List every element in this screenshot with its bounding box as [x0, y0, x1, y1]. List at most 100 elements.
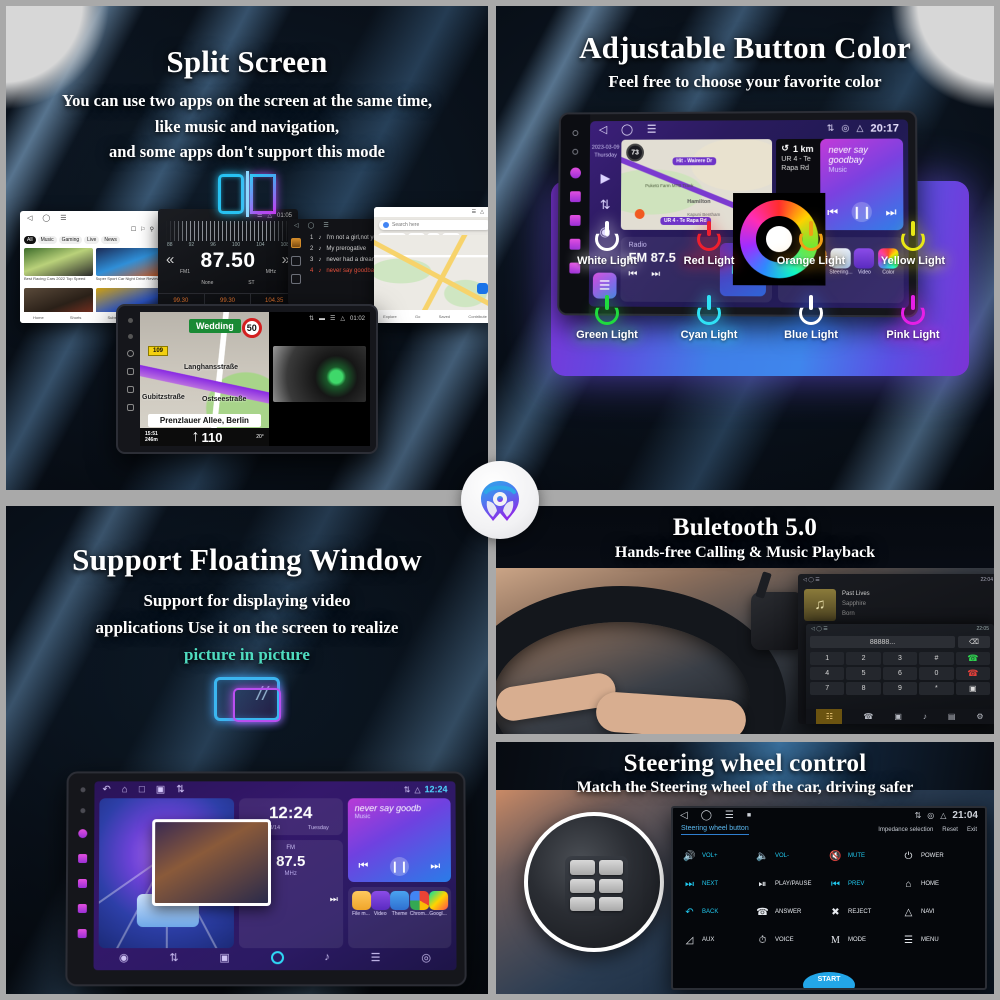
maps-nav-item[interactable]: Saved: [439, 314, 450, 319]
light-button-red[interactable]: Red Light: [658, 221, 760, 267]
bluetooth-icon[interactable]: ⇅: [169, 951, 178, 964]
home-button[interactable]: [569, 191, 581, 203]
dial-input[interactable]: 88888...: [810, 636, 955, 648]
light-button-white[interactable]: White Light: [556, 221, 658, 267]
next-track-icon[interactable]: ⏭: [886, 205, 897, 220]
call-end-icon[interactable]: ☎: [955, 667, 990, 680]
volume-button[interactable]: [77, 878, 87, 888]
bluetooth-icon[interactable]: ⇅: [600, 198, 611, 214]
tab-recent-calls[interactable]: ☎: [863, 712, 873, 721]
prev-track-icon[interactable]: ⏮: [827, 205, 838, 220]
sw-button-menu[interactable]: ☰ MENU: [902, 927, 975, 953]
pause-icon[interactable]: ❙❙: [389, 857, 409, 877]
tab-contacts[interactable]: ▣: [894, 712, 902, 721]
dial-key[interactable]: *: [919, 682, 954, 695]
app-video[interactable]: Video: [371, 890, 391, 948]
home-icon[interactable]: ◯: [308, 222, 315, 229]
youtube-chip[interactable]: Music: [37, 236, 57, 244]
cast-icon[interactable]: ☐: [131, 226, 136, 233]
steering-key-down[interactable]: [570, 896, 596, 912]
bluetooth-icon[interactable]: ⇅: [176, 784, 184, 795]
video-card[interactable]: Best Racing Cars 2022 Top Speed: [24, 248, 93, 285]
maps-nav-item[interactable]: Go: [415, 314, 420, 319]
sw-button-answer[interactable]: ☎ ANSWER: [756, 899, 829, 925]
light-button-orange[interactable]: Orange Light: [760, 221, 862, 267]
sw-button-navi[interactable]: △ NAVI: [902, 899, 975, 925]
menu-icon[interactable]: ☰: [725, 810, 734, 821]
sidebar-playlist-icon[interactable]: [291, 238, 301, 248]
sidebar-settings-icon[interactable]: [291, 274, 301, 284]
back-icon[interactable]: ◁: [294, 222, 299, 229]
youtube-chip[interactable]: Gaming: [58, 236, 83, 244]
volume-button[interactable]: [126, 386, 134, 393]
app-theme[interactable]: Theme: [390, 890, 410, 948]
power-button[interactable]: [569, 167, 581, 179]
maps-nav-item[interactable]: Contribute: [468, 314, 486, 319]
home-icon[interactable]: ⌂: [122, 784, 128, 795]
dial-key[interactable]: 6: [882, 667, 918, 680]
exit-button[interactable]: Exit: [967, 827, 977, 833]
nav-shorts[interactable]: Shorts: [70, 315, 82, 320]
dial-key[interactable]: 2: [846, 652, 881, 665]
equalizer-icon[interactable]: ☰: [371, 951, 381, 964]
steering-key-right[interactable]: [599, 878, 624, 894]
steering-key-left[interactable]: [570, 878, 596, 894]
settings-icon[interactable]: ◎: [421, 951, 431, 964]
backspace-icon[interactable]: ⌫: [958, 636, 990, 648]
app-google-play[interactable]: Googl...: [428, 890, 449, 948]
menu-icon[interactable]: ☰: [647, 123, 657, 136]
sw-button-prev[interactable]: ⏮ PREV: [829, 871, 902, 897]
back-icon[interactable]: ↶: [102, 784, 110, 795]
youtube-chip[interactable]: Live: [84, 236, 100, 244]
youtube-chip[interactable]: News: [101, 236, 120, 244]
map-view[interactable]: Wedding 50 109 Langhansstraße Ostseestra…: [140, 312, 269, 446]
dial-key[interactable]: 7: [810, 682, 845, 695]
search-icon[interactable]: ⚲: [150, 226, 154, 233]
video-view[interactable]: ⇅ ▬ ☰ △ 01:02: [268, 312, 370, 446]
dial-key[interactable]: 9: [882, 682, 918, 695]
next-station-icon[interactable]: ⏭: [330, 894, 338, 905]
sw-button-reject[interactable]: ✖ REJECT: [829, 899, 902, 925]
app-file-manager[interactable]: File m...: [351, 890, 371, 948]
music-widget[interactable]: never say goodb Music ⏮ ❙❙ ⏭: [347, 798, 452, 882]
dial-key[interactable]: 3: [882, 652, 918, 665]
menu-icon[interactable]: ☰: [323, 222, 328, 229]
tab-dialpad[interactable]: ☷: [816, 709, 843, 724]
tab-steering-wheel-button[interactable]: Steering wheel button: [681, 825, 749, 835]
impedance-selection-button[interactable]: Impedance selection: [878, 827, 933, 833]
light-button-pink[interactable]: Pink Light: [862, 295, 964, 341]
start-button[interactable]: START: [803, 972, 855, 988]
app-chrome[interactable]: Chrom...: [409, 890, 429, 948]
sw-button-mute[interactable]: 🔇 MUTE: [829, 843, 902, 869]
sw-button-vol-down[interactable]: 🔈 VOL-: [756, 843, 829, 869]
dial-key[interactable]: #: [919, 652, 954, 665]
tab-settings[interactable]: ⚙: [976, 712, 983, 721]
power-button[interactable]: [77, 829, 87, 839]
compass-icon[interactable]: ◉: [119, 951, 129, 964]
light-button-blue[interactable]: Blue Light: [760, 295, 862, 341]
music-widget[interactable]: never say goodbay Music ⏮ ❙❙ ⏭: [820, 138, 904, 231]
sw-button-aux[interactable]: ◿ AUX: [683, 927, 756, 953]
dial-key[interactable]: 0: [919, 667, 954, 680]
tv-icon[interactable]: ▣: [219, 951, 229, 964]
tab-sim-contacts[interactable]: ▤: [948, 712, 956, 721]
navigation-icon[interactable]: ▶: [600, 171, 610, 187]
power-button[interactable]: [126, 350, 134, 357]
sw-button-vol-up[interactable]: 🔊 VOL+: [683, 843, 756, 869]
back-icon[interactable]: ◁: [599, 123, 607, 136]
floating-video-window[interactable]: [151, 818, 272, 906]
maps-nav-item[interactable]: Explore: [383, 314, 397, 319]
radio-dial[interactable]: [166, 221, 290, 241]
steering-key-back[interactable]: [599, 896, 624, 912]
reset-button[interactable]: Reset: [942, 827, 958, 833]
steering-key-up[interactable]: [570, 860, 596, 875]
tune-down-button[interactable]: «: [166, 251, 174, 268]
next-track-icon[interactable]: ⏭: [430, 860, 440, 873]
map-canvas[interactable]: [374, 235, 488, 310]
music-icon[interactable]: ♪: [324, 951, 330, 963]
sw-button-next[interactable]: ⏭ NEXT: [683, 871, 756, 897]
youtube-chip[interactable]: All: [24, 236, 36, 244]
tab-bluetooth-audio[interactable]: ♪: [923, 712, 927, 721]
search-input[interactable]: Search here: [379, 220, 488, 230]
dial-key[interactable]: 1: [810, 652, 845, 665]
